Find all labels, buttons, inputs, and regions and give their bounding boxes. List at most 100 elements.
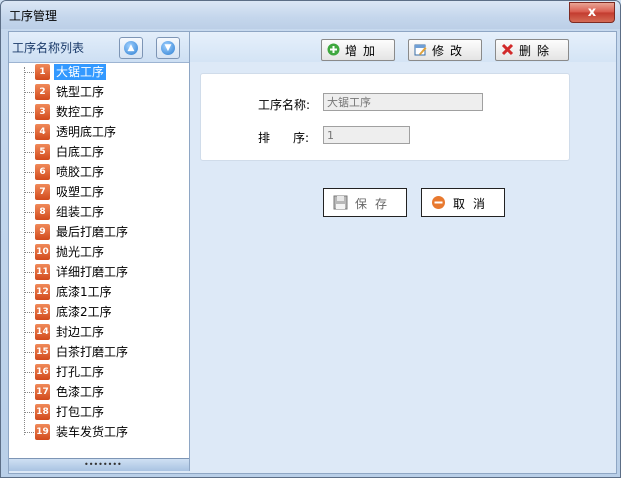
cancel-icon	[432, 196, 445, 209]
tree-item[interactable]: 10 抛光工序	[24, 243, 189, 261]
tree-item-label: 白底工序	[56, 145, 105, 159]
save-icon	[333, 195, 348, 210]
order-field-label-a: 排	[258, 131, 271, 145]
add-button[interactable]: 增加	[321, 39, 395, 61]
process-list-header: 工序名称列表 ▲ ▼	[9, 32, 189, 63]
client-area: 工序名称列表 ▲ ▼ 1 大锯工序 2 铣型工序 3 数控工序 4 透明底工序 5 白底工序 6 喷胶…	[8, 31, 617, 474]
number-badge-icon: 12	[35, 284, 50, 300]
tree-connector	[24, 312, 34, 313]
number-badge-icon: 7	[35, 184, 50, 200]
tree-item-label: 打包工序	[56, 405, 105, 419]
tree-connector	[24, 272, 34, 273]
cancel-button[interactable]: 取消	[421, 188, 505, 217]
number-badge-icon: 18	[35, 404, 50, 420]
edit-label: 修改	[432, 44, 469, 58]
process-list-title: 工序名称列表	[12, 41, 85, 55]
tree-item-label: 喷胶工序	[56, 165, 105, 179]
number-badge-icon: 1	[35, 64, 50, 80]
save-label: 保存	[355, 197, 396, 211]
name-field[interactable]: 大锯工序	[323, 93, 483, 111]
number-badge-icon: 3	[35, 104, 50, 120]
tree-item-label: 底漆1工序	[56, 285, 112, 299]
tree-connector	[24, 72, 34, 73]
tree-connector	[24, 172, 34, 173]
tree-item-label: 色漆工序	[56, 385, 105, 399]
save-button[interactable]: 保存	[323, 188, 407, 217]
tree-item[interactable]: 17 色漆工序	[24, 383, 189, 401]
order-field-label-b: 序:	[293, 131, 310, 145]
tree-connector	[24, 132, 34, 133]
tree-item[interactable]: 7 吸塑工序	[24, 183, 189, 201]
close-button[interactable]: x	[569, 2, 615, 23]
window: 工序管理 x 工序名称列表 ▲ ▼ 1 大锯工序 2 铣型工序 3 数控工序 4 透明底工序 5…	[0, 0, 621, 478]
tree-item[interactable]: 9 最后打磨工序	[24, 223, 189, 241]
move-up-button[interactable]: ▲	[119, 37, 143, 59]
tree-item[interactable]: 16 打孔工序	[24, 363, 189, 381]
tree-connector	[24, 292, 34, 293]
toolbar: 增加 修改 删除	[190, 32, 616, 62]
tree-item[interactable]: 1 大锯工序	[24, 63, 189, 81]
add-icon	[327, 43, 340, 56]
number-badge-icon: 4	[35, 124, 50, 140]
tree-connector	[24, 392, 34, 393]
tree-connector	[24, 212, 34, 213]
detail-panel: 增加 修改 删除 工序名称: 大锯工序 排 序: 1 保存 取消	[190, 32, 616, 471]
tree-item-label: 吸塑工序	[56, 185, 105, 199]
number-badge-icon: 16	[35, 364, 50, 380]
move-down-button[interactable]: ▼	[156, 37, 180, 59]
tree-item[interactable]: 18 打包工序	[24, 403, 189, 421]
tree-connector	[24, 112, 34, 113]
tree-item-label: 透明底工序	[56, 125, 117, 139]
tree-item-label: 组装工序	[56, 205, 105, 219]
tree-item[interactable]: 11 详细打磨工序	[24, 263, 189, 281]
tree-item[interactable]: 19 装车发货工序	[24, 423, 189, 441]
cancel-label: 取消	[453, 197, 494, 211]
process-list-panel: 工序名称列表 ▲ ▼ 1 大锯工序 2 铣型工序 3 数控工序 4 透明底工序 5 白底工序 6 喷胶…	[9, 32, 190, 471]
tree-item-label: 抛光工序	[56, 245, 105, 259]
number-badge-icon: 2	[35, 84, 50, 100]
name-field-label: 工序名称:	[258, 98, 311, 112]
tree-item[interactable]: 6 喷胶工序	[24, 163, 189, 181]
number-badge-icon: 5	[35, 144, 50, 160]
arrow-down-icon: ▼	[161, 41, 175, 55]
number-badge-icon: 9	[35, 224, 50, 240]
tree-item-label: 数控工序	[56, 105, 105, 119]
tree-item[interactable]: 2 铣型工序	[24, 83, 189, 101]
number-badge-icon: 19	[35, 424, 50, 440]
tree-connector	[24, 252, 34, 253]
tree-item[interactable]: 13 底漆2工序	[24, 303, 189, 321]
edit-button[interactable]: 修改	[408, 39, 482, 61]
number-badge-icon: 14	[35, 324, 50, 340]
window-title: 工序管理	[9, 9, 58, 23]
number-badge-icon: 15	[35, 344, 50, 360]
delete-button[interactable]: 删除	[495, 39, 569, 61]
tree-item[interactable]: 14 封边工序	[24, 323, 189, 341]
add-label: 增加	[345, 44, 382, 58]
tree-item[interactable]: 3 数控工序	[24, 103, 189, 121]
tree-item[interactable]: 12 底漆1工序	[24, 283, 189, 301]
title-bar: 工序管理 x	[1, 1, 620, 29]
grip-icon: ••••••••	[84, 460, 122, 469]
number-badge-icon: 17	[35, 384, 50, 400]
tree-connector	[24, 192, 34, 193]
tree-item-label: 装车发货工序	[56, 425, 129, 439]
tree-item[interactable]: 15 白茶打磨工序	[24, 343, 189, 361]
process-tree: 1 大锯工序 2 铣型工序 3 数控工序 4 透明底工序 5 白底工序 6 喷胶工序 7 吸塑工序 8 组装工…	[9, 63, 189, 453]
tree-item-label: 封边工序	[56, 325, 105, 339]
tree-connector	[24, 332, 34, 333]
tree-item-label: 白茶打磨工序	[56, 345, 129, 359]
tree-item[interactable]: 8 组装工序	[24, 203, 189, 221]
tree-item-label: 最后打磨工序	[56, 225, 129, 239]
process-form: 工序名称: 大锯工序 排 序: 1	[200, 73, 570, 161]
panel-splitter[interactable]: ••••••••	[9, 458, 189, 471]
tree-connector	[24, 372, 34, 373]
tree-connector	[24, 432, 34, 433]
tree-item[interactable]: 5 白底工序	[24, 143, 189, 161]
tree-connector	[24, 412, 34, 413]
number-badge-icon: 10	[35, 244, 50, 260]
tree-item[interactable]: 4 透明底工序	[24, 123, 189, 141]
arrow-up-icon: ▲	[124, 41, 138, 55]
number-badge-icon: 6	[35, 164, 50, 180]
order-field[interactable]: 1	[323, 126, 410, 144]
tree-item-label: 铣型工序	[56, 85, 105, 99]
